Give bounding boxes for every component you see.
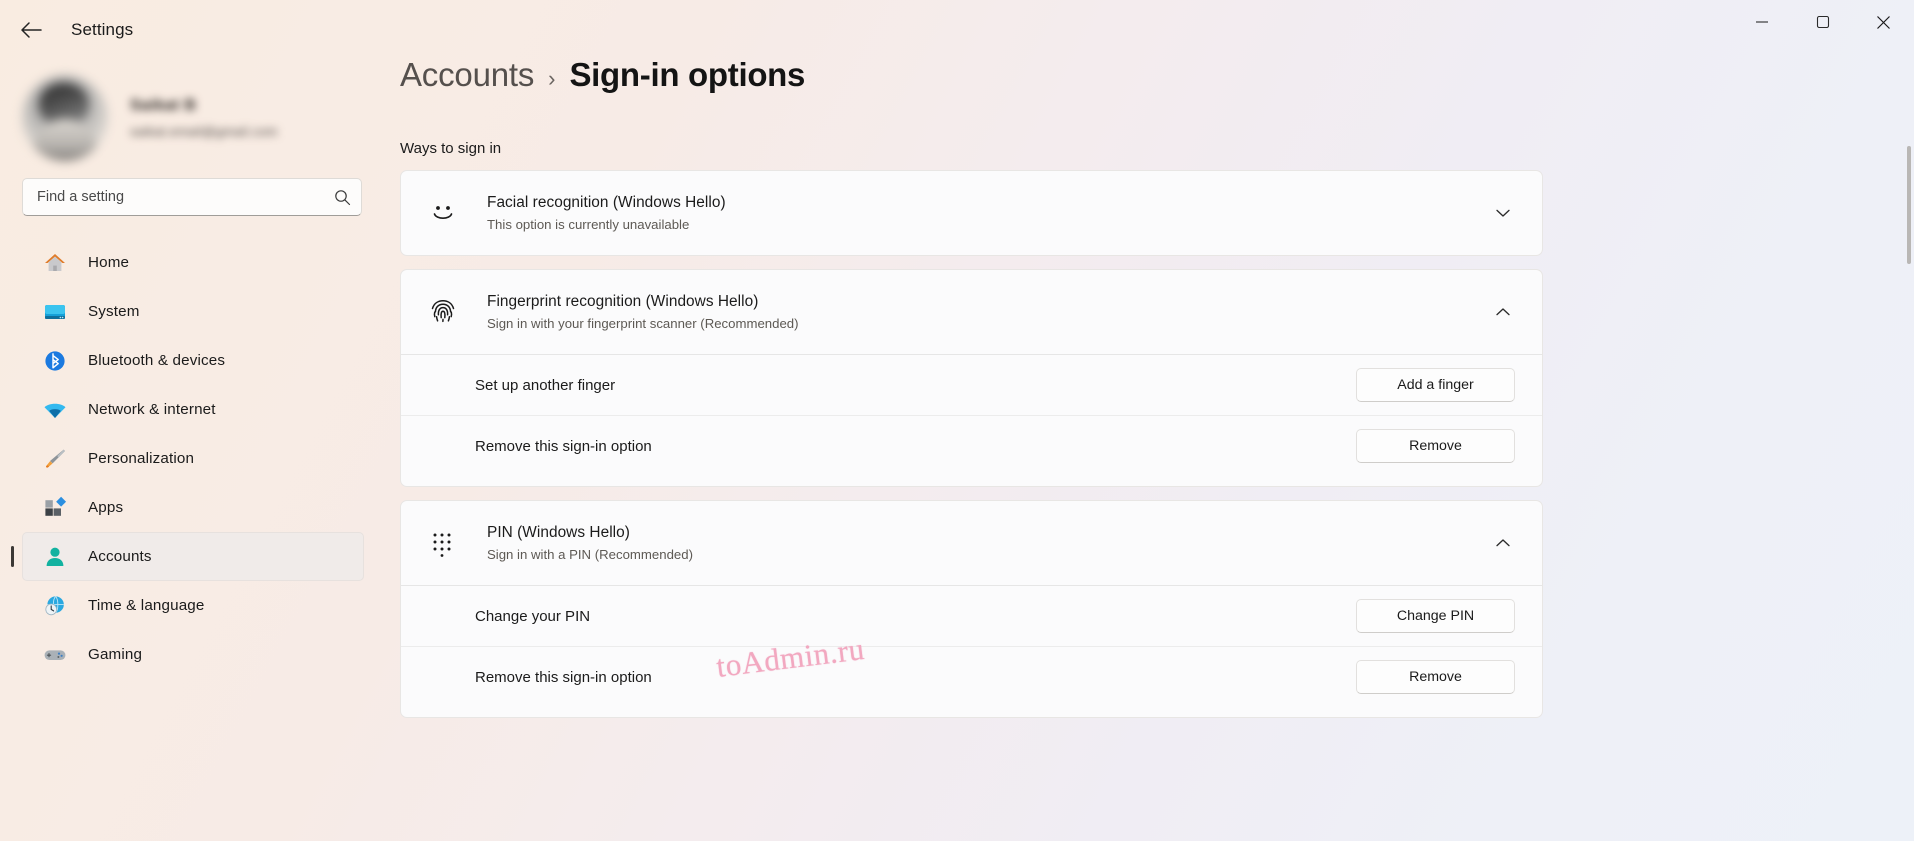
- minimize-icon: [1755, 15, 1769, 29]
- settings-row: Set up another finger Add a finger: [401, 354, 1542, 415]
- maximize-button[interactable]: [1792, 0, 1853, 44]
- chevron-up-icon[interactable]: [1486, 295, 1520, 329]
- apps-icon: [38, 493, 72, 523]
- sidebar-item-label: Gaming: [88, 646, 143, 663]
- card-header-facial[interactable]: Facial recognition (Windows Hello) This …: [401, 171, 1542, 255]
- back-button[interactable]: [10, 13, 52, 47]
- remove-fingerprint-button[interactable]: Remove: [1356, 429, 1515, 463]
- vertical-scrollbar[interactable]: [1907, 146, 1911, 264]
- sidebar-item-bluetooth[interactable]: Bluetooth & devices: [22, 336, 364, 385]
- card-rows-pin: Change your PIN Change PIN Remove this s…: [401, 585, 1542, 717]
- search-icon[interactable]: [323, 189, 361, 206]
- sidebar-item-accounts[interactable]: Accounts: [11, 532, 364, 581]
- sidebar-item-label: System: [88, 303, 140, 320]
- page-title: Sign-in options: [569, 56, 806, 93]
- row-label: Remove this sign-in option: [475, 437, 652, 455]
- selection-indicator: [11, 546, 14, 567]
- user-profile[interactable]: Saikat B saikat.email@gmail.com: [22, 68, 400, 168]
- paintbrush-icon: [38, 444, 72, 474]
- settings-row: Change your PIN Change PIN: [401, 585, 1542, 646]
- fingerprint-icon: [421, 290, 465, 334]
- sidebar-item-label: Bluetooth & devices: [88, 352, 226, 369]
- sidebar-item-time-language[interactable]: Time & language: [22, 581, 364, 630]
- pin-keypad-icon: [421, 521, 465, 565]
- change-pin-button[interactable]: Change PIN: [1356, 599, 1515, 633]
- settings-row: Remove this sign-in option Remove: [401, 646, 1542, 707]
- search-input[interactable]: [23, 189, 323, 205]
- remove-pin-button[interactable]: Remove: [1356, 660, 1515, 694]
- card-subtitle: This option is currently unavailable: [487, 217, 690, 232]
- home-icon: [38, 248, 72, 278]
- title-bar: Settings: [0, 0, 1914, 60]
- add-a-finger-button[interactable]: Add a finger: [1356, 368, 1515, 402]
- face-smiley-icon: [421, 191, 465, 235]
- row-label: Set up another finger: [475, 376, 616, 394]
- card-subtitle: Sign in with a PIN (Recommended): [487, 547, 693, 562]
- sidebar-item-apps[interactable]: Apps: [22, 483, 364, 532]
- sign-in-card-facial: Facial recognition (Windows Hello) This …: [400, 170, 1543, 256]
- clock-globe-icon: [38, 591, 72, 621]
- wifi-icon: [38, 395, 72, 425]
- close-icon: [1876, 15, 1891, 30]
- sidebar-nav: Home System Bluetooth & devices Network …: [0, 238, 400, 679]
- card-rows-fingerprint: Set up another finger Add a finger Remov…: [401, 354, 1542, 486]
- window-controls: [1731, 0, 1914, 44]
- sidebar-item-system[interactable]: System: [22, 287, 364, 336]
- breadcrumb: Accounts › Sign-in options: [400, 56, 1914, 116]
- settings-row: Remove this sign-in option Remove: [401, 415, 1542, 476]
- sign-in-card-fingerprint: Fingerprint recognition (Windows Hello) …: [400, 269, 1543, 487]
- profile-email: saikat.email@gmail.com: [130, 124, 278, 139]
- sidebar-item-label: Home: [88, 254, 130, 271]
- search-box[interactable]: [22, 178, 362, 216]
- row-label: Change your PIN: [475, 607, 591, 625]
- sidebar-item-gaming[interactable]: Gaming: [22, 630, 364, 679]
- close-button[interactable]: [1853, 0, 1914, 44]
- sidebar: Saikat B saikat.email@gmail.com Home: [0, 60, 400, 841]
- maximize-icon: [1816, 15, 1830, 29]
- sidebar-item-network[interactable]: Network & internet: [22, 385, 364, 434]
- sidebar-item-label: Network & internet: [88, 401, 216, 418]
- bluetooth-icon: [38, 346, 72, 376]
- card-header-pin[interactable]: PIN (Windows Hello) Sign in with a PIN (…: [401, 501, 1542, 585]
- chevron-down-icon[interactable]: [1486, 196, 1520, 230]
- sidebar-item-home[interactable]: Home: [22, 238, 364, 287]
- app-title: Settings: [71, 20, 134, 39]
- sign-in-card-pin: PIN (Windows Hello) Sign in with a PIN (…: [400, 500, 1543, 718]
- row-label: Remove this sign-in option: [475, 668, 652, 686]
- card-title: PIN (Windows Hello): [487, 524, 630, 541]
- system-icon: [38, 297, 72, 327]
- chevron-up-icon[interactable]: [1486, 526, 1520, 560]
- sidebar-item-label: Time & language: [88, 597, 205, 614]
- chevron-right-icon: ›: [548, 66, 556, 91]
- gamepad-icon: [38, 640, 72, 670]
- minimize-button[interactable]: [1731, 0, 1792, 44]
- back-arrow-icon: [20, 21, 42, 39]
- card-header-fingerprint[interactable]: Fingerprint recognition (Windows Hello) …: [401, 270, 1542, 354]
- card-subtitle: Sign in with your fingerprint scanner (R…: [487, 316, 799, 331]
- profile-name: Saikat B: [130, 97, 197, 114]
- sidebar-item-label: Personalization: [88, 450, 195, 467]
- card-title: Facial recognition (Windows Hello): [487, 194, 726, 211]
- card-title: Fingerprint recognition (Windows Hello): [487, 293, 759, 310]
- account-person-icon: [38, 542, 72, 572]
- main-content: Accounts › Sign-in options Ways to sign …: [400, 56, 1914, 841]
- sidebar-item-personalization[interactable]: Personalization: [22, 434, 364, 483]
- section-title: Ways to sign in: [400, 140, 502, 157]
- breadcrumb-parent[interactable]: Accounts: [400, 56, 534, 94]
- avatar: [22, 75, 108, 161]
- sidebar-item-label: Accounts: [88, 548, 152, 565]
- sidebar-item-label: Apps: [88, 499, 124, 516]
